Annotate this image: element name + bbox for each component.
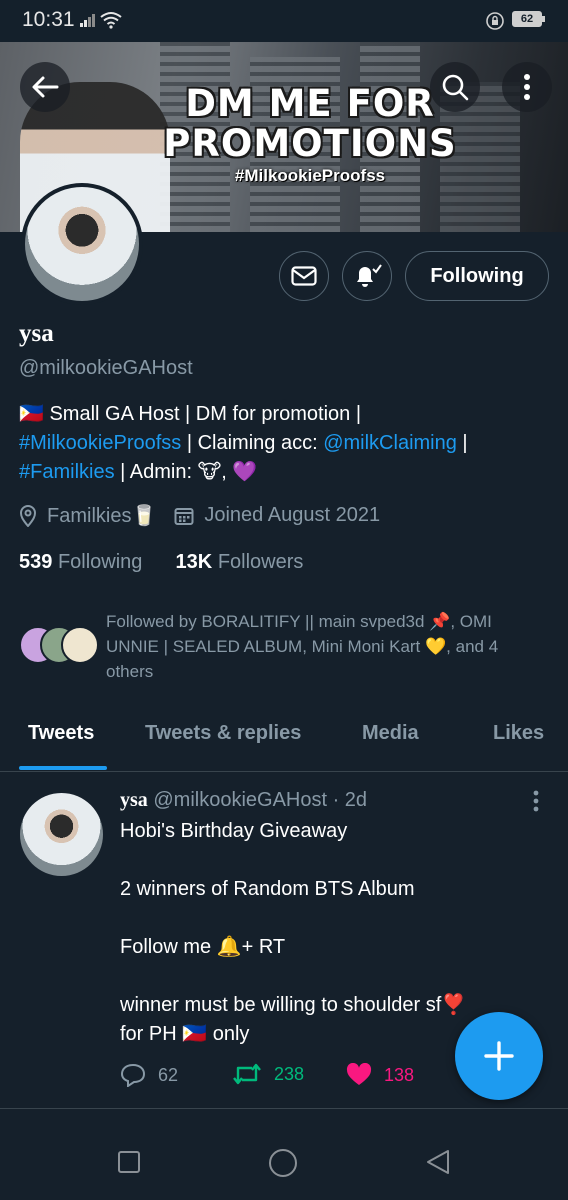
retweet-button[interactable]: 238 xyxy=(232,1063,304,1085)
tweet-author-name: ysa xyxy=(120,789,148,811)
retweet-icon xyxy=(233,1063,261,1085)
like-count: 138 xyxy=(384,1064,415,1085)
rotation-lock-icon xyxy=(486,12,504,30)
heart-icon xyxy=(346,1063,372,1085)
system-nav-bar xyxy=(0,1110,568,1200)
hashtag-link-familkies[interactable]: #Familkies xyxy=(19,461,115,483)
notifications-button[interactable] xyxy=(342,251,392,301)
mention-link[interactable]: @milkClaiming xyxy=(323,432,457,454)
profile-location: Familkies🥛 xyxy=(47,505,157,527)
reply-icon xyxy=(120,1063,146,1087)
status-time: 10:31 xyxy=(22,8,75,31)
profile-meta: Familkies🥛 Joined August 2021 xyxy=(19,503,380,528)
tab-tweets[interactable]: Tweets xyxy=(28,722,94,745)
profile-avatar[interactable] xyxy=(21,183,143,305)
compose-tweet-button[interactable] xyxy=(455,1012,543,1100)
following-button[interactable]: Following xyxy=(405,251,549,301)
back-nav-icon[interactable] xyxy=(424,1148,452,1176)
banner-headline: DM ME FOR PROMOTIONS xyxy=(163,82,457,165)
profile-joined: Joined August 2021 xyxy=(204,504,381,526)
active-tab-indicator xyxy=(19,766,107,770)
battery-indicator: 62 xyxy=(512,11,545,27)
banner-hashtag: #MilkookieProofss xyxy=(234,166,386,185)
tweet-avatar[interactable] xyxy=(20,793,103,876)
profile-tabs: Tweets Tweets & replies Media Likes xyxy=(0,710,568,772)
search-button[interactable] xyxy=(430,62,480,112)
calendar-icon xyxy=(174,507,194,525)
recents-icon[interactable] xyxy=(117,1150,141,1174)
tab-likes[interactable]: Likes xyxy=(493,722,544,745)
flag-emoji: 🇵🇭 xyxy=(19,403,44,425)
signal-icon xyxy=(80,14,95,27)
reply-button[interactable]: 62 xyxy=(120,1063,178,1087)
retweet-count: 238 xyxy=(274,1063,305,1084)
following-count-link[interactable]: 539 Following xyxy=(19,551,142,573)
more-vertical-icon xyxy=(524,74,530,100)
tab-media[interactable]: Media xyxy=(362,722,419,745)
hashtag-link[interactable]: #MilkookieProofss xyxy=(19,432,181,454)
tab-tweets-replies[interactable]: Tweets & replies xyxy=(145,722,301,745)
status-bar: 10:31 62 xyxy=(0,0,568,42)
plus-icon xyxy=(484,1041,514,1071)
profile-handle: @milkookieGAHost xyxy=(19,357,193,379)
follow-counts: 539 Following 13K Followers xyxy=(19,551,303,574)
follower-avatar xyxy=(61,626,99,664)
tweet-text: Hobi's Birthday Giveaway 2 winners of Ra… xyxy=(120,820,467,1045)
like-button[interactable]: 138 xyxy=(346,1063,414,1087)
followers-count-link[interactable]: 13K Followers xyxy=(176,551,304,573)
tweet-author-meta: @milkookieGAHost · 2d xyxy=(147,789,368,811)
back-button[interactable] xyxy=(20,62,70,112)
profile-bio: 🇵🇭 Small GA Host | DM for promotion | #M… xyxy=(19,403,468,483)
mail-icon xyxy=(291,266,317,286)
more-options-button[interactable] xyxy=(502,62,552,112)
message-button[interactable] xyxy=(279,251,329,301)
tweet-header: ysa @milkookieGAHost · 2d xyxy=(120,789,367,812)
wifi-icon xyxy=(100,12,122,29)
tweet-more-icon[interactable] xyxy=(532,789,540,813)
profile-name: ysa xyxy=(19,320,54,347)
location-icon xyxy=(19,504,37,527)
reply-count: 62 xyxy=(158,1064,179,1085)
home-icon[interactable] xyxy=(268,1148,298,1178)
bell-check-icon xyxy=(357,264,382,287)
followed-by-text[interactable]: Followed by BORALITIFY || main svped3d 📌… xyxy=(106,609,546,684)
search-icon xyxy=(442,74,469,101)
back-arrow-icon xyxy=(32,76,59,98)
